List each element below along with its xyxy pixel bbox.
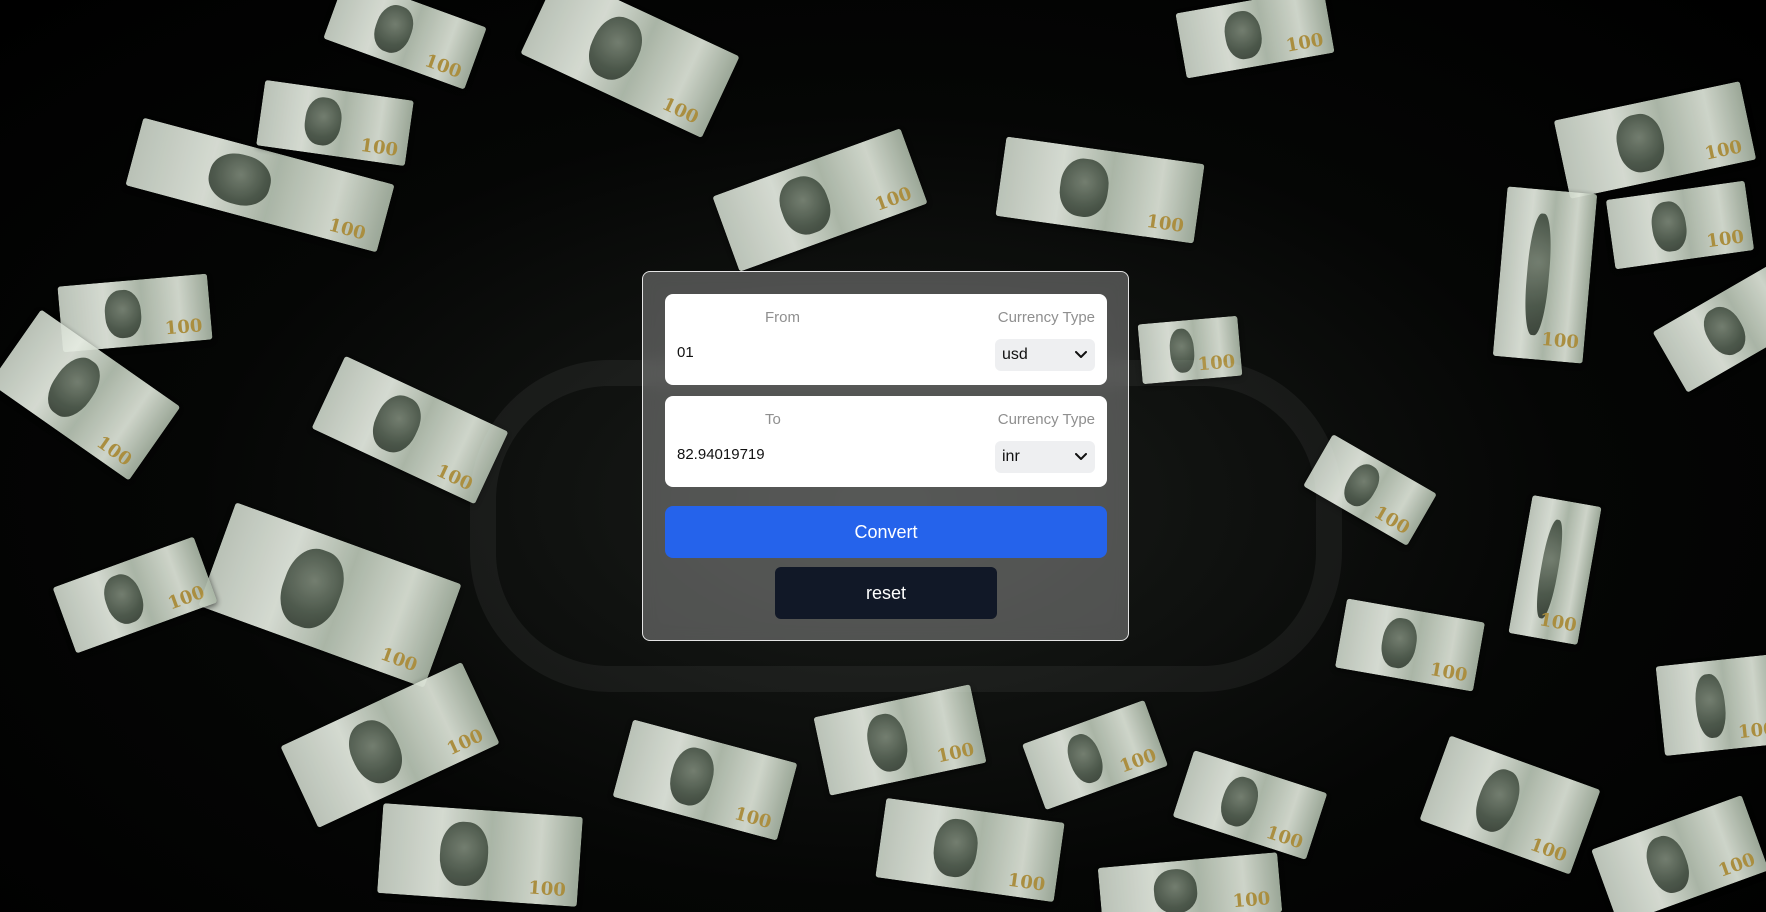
dollar-bill-icon xyxy=(323,0,487,90)
converter-panel: From Currency Type usd To Currency Type … xyxy=(642,271,1129,641)
dollar-bill-icon xyxy=(1508,494,1602,646)
dollar-bill-icon xyxy=(52,536,218,654)
dollar-bill-icon xyxy=(377,803,583,907)
from-currency-type-label: Currency Type xyxy=(997,309,1095,326)
dollar-bill-icon xyxy=(1591,795,1766,912)
to-currency-value: inr xyxy=(1002,448,1020,465)
to-currency-type-label: Currency Type xyxy=(997,411,1095,428)
dollar-bill-icon xyxy=(1553,81,1757,199)
from-currency-select[interactable]: usd xyxy=(995,339,1095,371)
chevron-down-icon xyxy=(1074,348,1088,362)
from-amount-input[interactable] xyxy=(677,344,977,361)
dollar-bill-icon xyxy=(712,128,928,272)
dollar-bill-icon xyxy=(1419,735,1601,875)
dollar-bill-icon xyxy=(1021,699,1169,811)
dollar-bill-icon xyxy=(1175,0,1335,79)
to-label: To xyxy=(765,411,781,428)
dollar-bill-icon xyxy=(813,684,987,796)
from-card: From Currency Type usd xyxy=(665,294,1107,385)
convert-button[interactable]: Convert xyxy=(665,506,1107,558)
dollar-bill-icon xyxy=(311,355,509,505)
dollar-bill-icon xyxy=(1605,180,1755,270)
chevron-down-icon xyxy=(1074,450,1088,464)
dollar-bill-icon xyxy=(875,797,1065,903)
to-card: To Currency Type inr xyxy=(665,396,1107,487)
to-amount-output[interactable] xyxy=(677,446,977,463)
from-currency-value: usd xyxy=(1002,346,1028,363)
dollar-bill-icon xyxy=(1655,653,1766,757)
dollar-bill-icon xyxy=(1652,257,1766,393)
from-label: From xyxy=(765,309,800,326)
dollar-bill-icon xyxy=(1303,434,1437,546)
dollar-bill-icon xyxy=(1172,750,1328,860)
dollar-bill-icon xyxy=(612,719,798,841)
reset-button[interactable]: reset xyxy=(775,567,997,619)
dollar-bill-icon xyxy=(1334,598,1486,692)
dollar-bill-icon xyxy=(520,0,740,139)
dollar-bill-icon xyxy=(1492,186,1598,364)
dollar-bill-icon xyxy=(1137,315,1243,385)
dollar-bill-icon xyxy=(995,136,1205,244)
dollar-bill-icon xyxy=(1097,852,1283,912)
dollar-bill-icon xyxy=(198,502,462,688)
to-currency-select[interactable]: inr xyxy=(995,441,1095,473)
